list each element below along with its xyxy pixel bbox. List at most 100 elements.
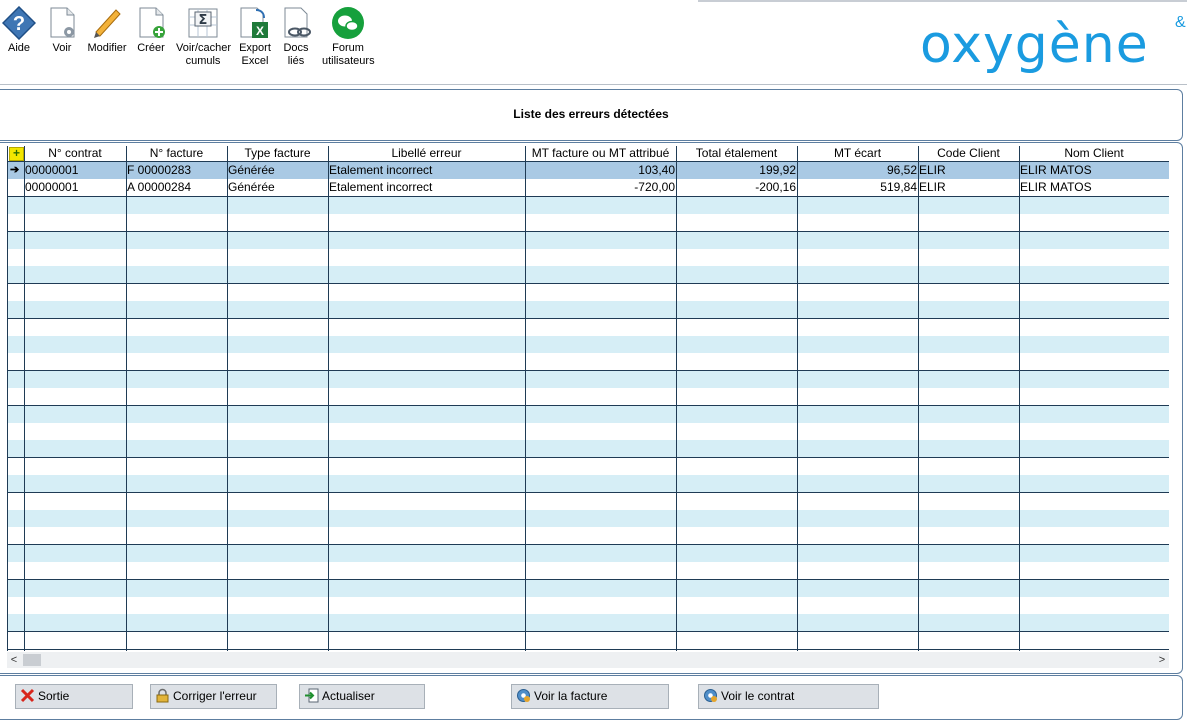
grid-column-divider [24,146,25,651]
export-excel-label: Export Excel [239,42,271,67]
docs-lies-button[interactable]: Docs liés [281,6,311,68]
empty-row[interactable] [7,597,1169,615]
column-header[interactable]: MT facture ou MT attribué [525,146,676,161]
page-title: Liste des erreurs détectées [513,107,669,121]
actualiser-label: Actualiser [322,689,375,703]
errors-grid-panel: + N° contrat N° facture Type facture Libell… [0,142,1183,674]
empty-row[interactable] [7,231,1169,250]
empty-row[interactable] [7,405,1169,424]
sortie-button[interactable]: Sortie [15,684,133,709]
grid-column-divider [328,146,329,651]
table-cell[interactable]: ELIR MATOS [1019,179,1169,196]
empty-row[interactable] [7,249,1169,267]
export-excel-button[interactable]: X Export Excel [238,6,272,68]
aide-button[interactable]: ? Aide [1,5,37,55]
empty-row[interactable] [7,423,1169,441]
voir-button[interactable]: Voir [46,6,78,55]
column-header[interactable]: Code Client [918,146,1019,161]
table-cell[interactable]: Générée [227,162,328,179]
grid-column-divider [918,146,919,651]
creer-button[interactable]: Créer [135,6,167,55]
empty-row[interactable] [7,475,1169,494]
close-icon [20,688,35,703]
table-cell[interactable]: 103,40 [525,162,676,179]
empty-row[interactable] [7,492,1169,511]
top-divider [698,0,1187,2]
empty-row[interactable] [7,353,1169,372]
empty-row[interactable] [7,579,1169,598]
empty-row[interactable] [7,283,1169,302]
empty-row[interactable] [7,196,1169,215]
voir-facture-button[interactable]: Voir la facture [511,684,669,709]
table-cell[interactable]: F 00000283 [126,162,227,179]
refresh-icon [304,688,319,703]
empty-row[interactable] [7,336,1169,354]
table-cell[interactable]: 199,92 [676,162,797,179]
creer-label: Créer [137,42,165,54]
empty-row[interactable] [7,318,1169,337]
table-row[interactable]: ➔ 00000001 F 00000283 Générée Etalement inco… [7,162,1169,180]
column-header[interactable]: Type facture [227,146,328,161]
table-cell[interactable]: Etalement incorrect [328,162,525,179]
column-header[interactable]: MT écart [797,146,918,161]
modifier-label: Modifier [87,42,127,54]
empty-row[interactable] [7,562,1169,581]
table-cell[interactable]: Etalement incorrect [328,179,525,196]
voir-label: Voir [52,42,72,54]
empty-row[interactable] [7,388,1169,407]
help-icon: ? [1,5,37,41]
empty-row[interactable] [7,370,1169,389]
empty-row[interactable] [7,457,1169,476]
table-cell[interactable]: ELIR [918,179,1019,196]
excel-export-icon: X [238,6,272,40]
empty-row[interactable] [7,440,1169,459]
title-panel: Liste des erreurs détectées [0,89,1183,141]
corriger-label: Corriger l'erreur [173,689,257,703]
sortie-label: Sortie [38,689,70,703]
column-header[interactable]: Nom Client [1019,146,1169,161]
linked-documents-icon [281,6,315,40]
empty-row[interactable] [7,614,1169,633]
scroll-left-icon[interactable]: < [7,652,21,668]
empty-row[interactable] [7,631,1169,650]
column-header[interactable]: Total étalement [676,146,797,161]
scroll-right-icon[interactable]: > [1155,652,1169,668]
lock-icon [155,688,170,703]
modifier-button[interactable]: Modifier [87,6,127,55]
table-cell[interactable]: -200,16 [676,179,797,196]
table-cell[interactable]: 519,84 [797,179,918,196]
table-cell[interactable]: ELIR [918,162,1019,179]
table-cell[interactable]: -720,00 [525,179,676,196]
arrow-right-icon: ➔ [10,164,20,176]
table-row[interactable]: 00000001 A 00000284 Générée Etalement incor… [7,179,1169,198]
forum-button[interactable]: Forum utilisateurs [322,6,375,68]
column-header[interactable]: Libellé erreur [328,146,525,161]
empty-row[interactable] [7,214,1169,233]
empty-row[interactable] [7,510,1169,528]
empty-row[interactable] [7,544,1169,563]
table-cell[interactable]: 96,52 [797,162,918,179]
grid-column-divider [7,146,8,651]
empty-row[interactable] [7,266,1169,285]
grid-column-divider [126,146,127,651]
grid-column-divider [797,146,798,651]
table-cell[interactable]: A 00000284 [126,179,227,196]
table-cell[interactable]: ELIR MATOS [1019,162,1169,179]
actualiser-button[interactable]: Actualiser [299,684,425,709]
column-header[interactable]: N° facture [126,146,227,161]
scrollbar-thumb[interactable] [23,654,41,666]
table-cell[interactable]: Générée [227,179,328,196]
table-cell[interactable]: 00000001 [24,162,126,179]
empty-row[interactable] [7,301,1169,320]
add-column-icon[interactable]: + [9,147,24,161]
empty-row[interactable] [7,527,1169,546]
horizontal-scrollbar[interactable]: < > [7,652,1169,668]
table-cell[interactable]: 00000001 [24,179,126,196]
errors-grid: + N° contrat N° facture Type facture Libell… [7,146,1169,651]
voir-contrat-button[interactable]: Voir le contrat [698,684,879,709]
voir-cacher-cumuls-button[interactable]: Σ Voir/cacher cumuls [176,6,231,68]
column-header[interactable]: N° contrat [24,146,126,161]
corriger-erreur-button[interactable]: Corriger l'erreur [150,684,277,709]
grid-column-divider [525,146,526,651]
view-document-icon [46,6,80,40]
